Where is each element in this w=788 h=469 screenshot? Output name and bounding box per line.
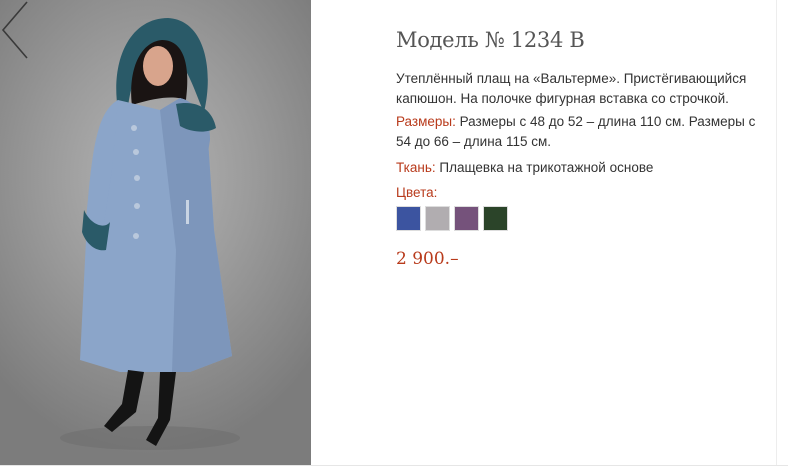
- sizes-label: Размеры:: [396, 114, 456, 129]
- product-price: 2 900.–: [396, 249, 459, 269]
- fabric-label: Ткань:: [396, 160, 436, 175]
- chevron-left-icon[interactable]: [0, 0, 30, 60]
- colors-row: Цвета:: [396, 183, 768, 203]
- fabric-row: Ткань: Плащевка на трикотажной основе: [396, 158, 768, 178]
- color-swatch-blue[interactable]: [396, 206, 421, 231]
- color-swatches: [396, 206, 508, 231]
- sizes-row: Размеры: Размеры с 48 до 52 – длина 110 …: [396, 112, 768, 152]
- product-description: Утеплённый плащ на «Вальтерме». Пристёги…: [396, 71, 747, 106]
- divider: [776, 0, 777, 465]
- fabric-value: Плащевка на трикотажной основе: [439, 160, 654, 175]
- color-swatch-plum[interactable]: [454, 206, 479, 231]
- product-title: Модель № 1234 В: [396, 28, 585, 52]
- colors-label: Цвета:: [396, 185, 438, 200]
- model-illustration: [60, 18, 240, 450]
- divider: [0, 465, 788, 466]
- product-photo: [0, 0, 311, 465]
- color-swatch-green[interactable]: [483, 206, 508, 231]
- color-swatch-grey[interactable]: [425, 206, 450, 231]
